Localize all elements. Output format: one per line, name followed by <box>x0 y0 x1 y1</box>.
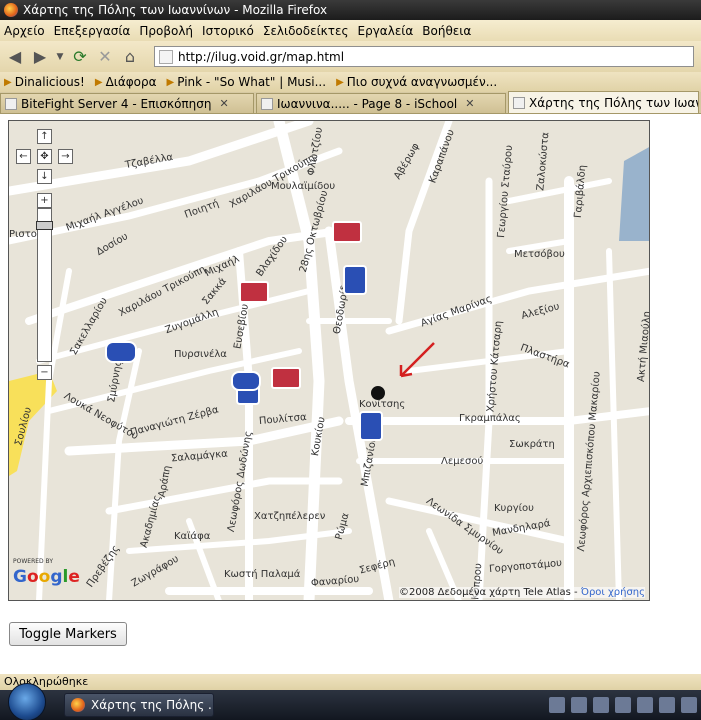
menu-view[interactable]: Προβολή <box>139 24 193 38</box>
tab-favicon <box>261 97 273 110</box>
navigation-toolbar: ◀ ▶ ▼ ⟳ ✕ ⌂ <box>0 41 701 72</box>
tab-map[interactable]: Χάρτης της Πόλης των Ιωαννίν <box>508 91 699 113</box>
tray-icon[interactable] <box>659 697 675 713</box>
hotel-marker[interactable] <box>271 367 301 389</box>
tray-icon[interactable] <box>571 697 587 713</box>
bookmarks-toolbar: ▶ Dinalicious! ▶ Διάφορα ▶ Pink - "So What"… <box>0 72 701 92</box>
tab-favicon <box>5 97 17 110</box>
bookmark-arrow-icon: ▶ <box>166 76 175 88</box>
history-dropdown-icon[interactable]: ▼ <box>54 46 66 68</box>
map-copyright: ©2008 Δεδομένα χάρτη Tele Atlas - Όροι χ… <box>399 587 645 598</box>
tray-icon[interactable] <box>615 697 631 713</box>
reload-icon[interactable]: ⟳ <box>69 46 91 68</box>
pan-right-icon[interactable]: → <box>58 149 73 164</box>
menu-bookmarks[interactable]: Σελιδοδείκτες <box>263 24 349 38</box>
powered-by-label: POWERED BY <box>13 558 54 565</box>
tab-bar: BiteFight Server 4 - Επισκόπηση ✕ Ιωαννι… <box>0 91 701 114</box>
bookmark-item[interactable]: ▶ Πιο συχνά αναγνωσμέν... <box>336 75 497 89</box>
tray-icon[interactable] <box>593 697 609 713</box>
window-titlebar: Χάρτης της Πόλης των Ιωαννίνων - Mozilla… <box>0 0 701 20</box>
bookmark-arrow-icon: ▶ <box>4 76 12 88</box>
menu-bar: Αρχείο Επεξεργασία Προβολή Ιστορικό Σελι… <box>0 20 701 41</box>
google-logo[interactable]: Google <box>13 567 80 587</box>
firefox-icon <box>4 3 18 17</box>
pan-center-icon[interactable]: ✥ <box>37 149 52 164</box>
terms-link[interactable]: Όροι χρήσης <box>581 587 645 598</box>
pan-left-icon[interactable]: ← <box>16 149 31 164</box>
firefox-icon <box>71 698 85 712</box>
zoom-out-icon[interactable]: − <box>37 365 52 380</box>
taskbar-firefox-item[interactable]: Χάρτης της Πόλης ... <box>64 693 214 717</box>
address-bar[interactable] <box>154 46 694 67</box>
tray-icon[interactable] <box>681 697 697 713</box>
tab-ischool[interactable]: Ιωαννινα..... - Page 8 - iSchool ✕ <box>256 93 506 113</box>
back-icon[interactable]: ◀ <box>4 46 26 68</box>
zoom-in-icon[interactable]: + <box>37 193 52 208</box>
start-button[interactable] <box>8 683 46 720</box>
bookmark-item[interactable]: ▶ Dinalicious! <box>4 75 85 89</box>
toggle-markers-button[interactable]: Toggle Markers <box>9 622 127 646</box>
bookmark-folder[interactable]: ▶ Διάφορα <box>95 75 157 89</box>
menu-edit[interactable]: Επεξεργασία <box>54 24 131 38</box>
close-tab-icon[interactable]: ✕ <box>465 97 474 110</box>
status-bar: Ολοκληρώθηκε <box>0 674 701 690</box>
tray-icon[interactable] <box>637 697 653 713</box>
pan-up-icon[interactable]: ↑ <box>37 129 52 144</box>
zoom-slider-track[interactable] <box>37 208 52 362</box>
tray-icon[interactable] <box>549 697 565 713</box>
stop-icon[interactable]: ✕ <box>94 46 116 68</box>
window-title: Χάρτης της Πόλης των Ιωαννίνων - Mozilla… <box>23 3 328 17</box>
hotel-marker[interactable] <box>239 281 269 303</box>
close-tab-icon[interactable]: ✕ <box>219 97 228 110</box>
forward-icon[interactable]: ▶ <box>29 46 51 68</box>
page-icon <box>159 49 173 64</box>
bus-marker[interactable] <box>359 411 383 441</box>
taxi-marker[interactable] <box>231 371 261 391</box>
hotel-marker[interactable] <box>332 221 362 243</box>
tab-bitefight[interactable]: BiteFight Server 4 - Επισκόπηση ✕ <box>0 93 254 113</box>
zoom-slider-thumb[interactable] <box>36 221 53 230</box>
bookmark-item[interactable]: ▶ Pink - "So What" | Musi... <box>167 75 327 89</box>
menu-tools[interactable]: Εργαλεία <box>358 24 414 38</box>
windows-taskbar: Χάρτης της Πόλης ... <box>0 683 701 720</box>
map-canvas[interactable]: Τζαβέλλα Μιχαήλ Αγγέλου Δοσίου Ποιητή Χα… <box>8 120 650 601</box>
bookmark-arrow-icon: ▶ <box>94 76 103 88</box>
page-content: Τζαβέλλα Μιχαήλ Αγγέλου Δοσίου Ποιητή Χα… <box>0 114 701 674</box>
bookmark-arrow-icon: ▶ <box>336 76 344 88</box>
taxi-marker[interactable] <box>105 341 137 363</box>
pan-down-icon[interactable]: ↓ <box>37 169 52 184</box>
menu-file[interactable]: Αρχείο <box>4 24 45 38</box>
system-tray <box>543 690 701 720</box>
tab-favicon <box>513 96 525 109</box>
bus-marker[interactable] <box>343 265 367 295</box>
menu-history[interactable]: Ιστορικό <box>202 24 254 38</box>
home-icon[interactable]: ⌂ <box>119 46 141 68</box>
url-input[interactable] <box>178 49 678 64</box>
menu-help[interactable]: Βοήθεια <box>422 24 471 38</box>
